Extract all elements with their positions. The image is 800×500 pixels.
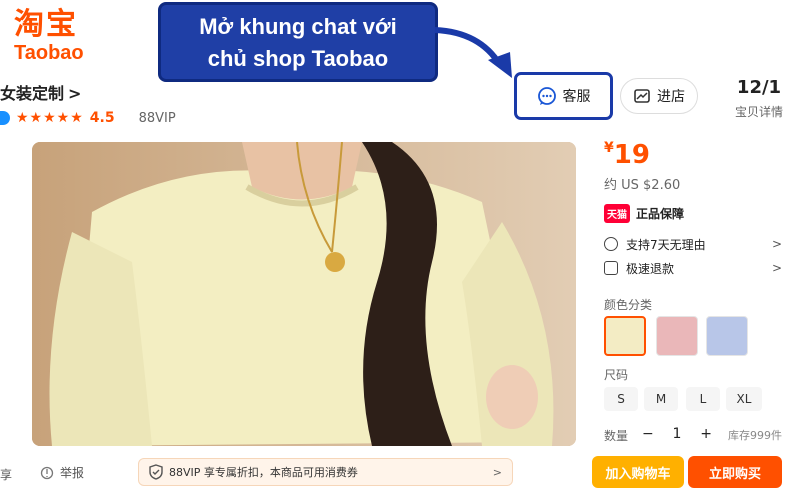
color-swatch-yellow[interactable] bbox=[604, 316, 646, 356]
product-details-link[interactable]: 宝贝详情 bbox=[728, 103, 790, 120]
chevron-right-icon: > bbox=[771, 237, 782, 251]
guarantee-label: 正品保障 bbox=[636, 207, 685, 221]
customer-service-label: 客服 bbox=[562, 89, 591, 105]
annotation-callout: Mở khung chat với chủ shop Taobao bbox=[158, 2, 438, 82]
shop-rating-value: 4.5 bbox=[89, 110, 115, 126]
product-photo bbox=[32, 142, 576, 446]
report-label: 举报 bbox=[60, 466, 85, 480]
report-button[interactable]: 举报 bbox=[40, 464, 84, 481]
chevron-right-icon: > bbox=[771, 261, 782, 275]
chevron-right-icon: > bbox=[68, 84, 82, 103]
chevron-right-icon: > bbox=[492, 465, 502, 479]
add-to-cart-button[interactable]: 加入购物车 bbox=[592, 456, 684, 488]
shop-name-link[interactable]: 女装定制 > bbox=[0, 80, 81, 104]
taobao-logo: 淘宝 Taobao bbox=[14, 7, 124, 65]
shop-rating-row: ★★★★★ 4.5 88VIP bbox=[0, 108, 176, 128]
report-icon bbox=[40, 466, 54, 479]
tmall-badge: 天猫 bbox=[604, 204, 630, 223]
annotation-arrow-icon bbox=[434, 27, 512, 78]
size-label: 尺码 bbox=[604, 368, 629, 382]
smile-icon bbox=[604, 237, 618, 251]
service-label: 极速退款 bbox=[626, 261, 675, 276]
authentic-guarantee: 天猫 正品保障 bbox=[604, 204, 684, 223]
logo-cn-text: 淘宝 bbox=[14, 7, 78, 42]
callout-line-1: Mở khung chat với bbox=[199, 14, 397, 39]
enter-store-label: 进店 bbox=[657, 89, 685, 105]
vip-discount-banner[interactable]: 88VIP 享专属折扣，本商品可用消费券 > bbox=[138, 458, 513, 486]
increase-button[interactable]: + bbox=[700, 426, 712, 442]
date-label: 12/1 bbox=[736, 77, 782, 98]
vip-label: 88VIP bbox=[138, 110, 176, 126]
enter-store-button[interactable]: 进店 bbox=[620, 78, 698, 114]
star-rating-icon: ★★★★★ bbox=[16, 110, 84, 126]
buy-now-button[interactable]: 立即购买 bbox=[688, 456, 782, 488]
service-row-return[interactable]: 支持7天无理由 > bbox=[604, 234, 782, 254]
price: ¥19 bbox=[604, 140, 650, 170]
color-swatch-pink[interactable] bbox=[656, 316, 698, 356]
logo-en-text: Taobao bbox=[14, 42, 84, 64]
quantity-stepper[interactable]: − 1 + bbox=[642, 423, 712, 445]
decrease-button[interactable]: − bbox=[642, 426, 654, 442]
store-icon bbox=[634, 89, 650, 103]
price-usd: 约 US $2.60 bbox=[604, 178, 681, 193]
stock-count: 库存999件 bbox=[728, 429, 782, 442]
vip-banner-text: 88VIP 享专属折扣，本商品可用消费券 bbox=[169, 466, 358, 479]
size-option-m[interactable]: M bbox=[644, 387, 678, 411]
price-currency: ¥ bbox=[604, 140, 614, 156]
shield-check-icon bbox=[149, 464, 163, 480]
color-label: 颜色分类 bbox=[604, 298, 653, 312]
callout-line-2: chủ shop Taobao bbox=[207, 46, 389, 71]
chat-bubble-icon bbox=[537, 87, 556, 105]
share-label[interactable]: 享 bbox=[0, 466, 12, 483]
size-option-s[interactable]: S bbox=[604, 387, 638, 411]
refund-icon bbox=[604, 261, 618, 275]
service-row-refund[interactable]: 极速退款 > bbox=[604, 258, 782, 278]
color-swatch-blue[interactable] bbox=[706, 316, 748, 356]
price-value: 19 bbox=[613, 140, 650, 170]
customer-service-button[interactable]: 客服 bbox=[514, 72, 613, 120]
quantity-value[interactable]: 1 bbox=[673, 426, 682, 442]
size-option-l[interactable]: L bbox=[686, 387, 720, 411]
size-option-xl[interactable]: XL bbox=[726, 387, 762, 411]
verified-badge-icon bbox=[0, 111, 10, 125]
shop-name: 女装定制 bbox=[0, 84, 65, 103]
quantity-label: 数量 bbox=[604, 429, 629, 443]
product-image[interactable] bbox=[32, 142, 576, 446]
service-label: 支持7天无理由 bbox=[626, 237, 706, 252]
